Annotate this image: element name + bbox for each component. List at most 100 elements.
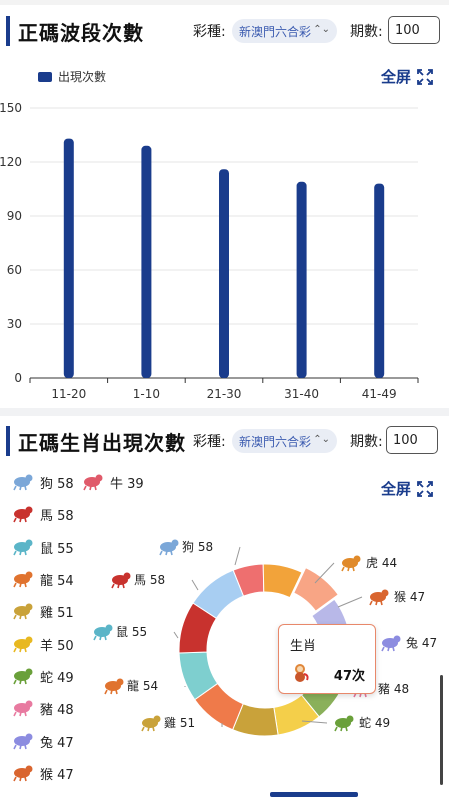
y-tick-label: 60 (7, 263, 22, 277)
donut-label: 狗 58 (159, 539, 241, 566)
legend-item-rat[interactable]: 鼠 55 (12, 537, 74, 557)
donut-label: 馬 58 (111, 572, 199, 591)
monkey-icon (13, 765, 33, 782)
legend-swatch (38, 71, 52, 82)
donut-label-text: 虎 44 (366, 556, 397, 570)
top-edge (0, 0, 449, 5)
y-tick-label: 150 (0, 101, 22, 115)
y-tick-label: 30 (7, 317, 22, 331)
donut-label-text: 龍 54 (127, 678, 158, 693)
legend-item-text: 狗 58 (40, 476, 74, 492)
select-chevron-icon: ⌃⌄ (313, 434, 330, 445)
period-input[interactable]: 100 (388, 16, 440, 44)
bar[interactable] (219, 169, 229, 378)
section-title: 正碼生肖出現次數 (18, 430, 186, 455)
lottery-type-label: 彩種: (193, 24, 226, 40)
legend-item-rabbit[interactable]: 兔 47 (12, 731, 74, 751)
section-header-bands: 正碼波段次數 彩種: 新澳門六合彩 ⌃⌄ 期數: 100 (0, 6, 449, 56)
x-tick-label: 31-40 (284, 387, 319, 401)
snake-icon (334, 715, 354, 732)
period-input[interactable]: 100 (386, 426, 438, 454)
dog-icon (159, 539, 179, 556)
donut-label-text: 蛇 49 (359, 715, 390, 730)
select-chevron-icon: ⌃⌄ (313, 24, 330, 35)
dragon-icon (104, 678, 124, 695)
ox-icon (83, 474, 103, 491)
legend-item-text: 猴 47 (40, 767, 74, 783)
chart-legend[interactable]: 出現次數 (38, 68, 106, 85)
dog-icon (13, 474, 33, 491)
x-tick-label: 1-10 (133, 387, 160, 401)
page-indicator (270, 792, 358, 797)
legend-item-horse[interactable]: 馬 58 (12, 504, 74, 524)
period-label: 期數: (350, 24, 383, 40)
legend-item-goat[interactable]: 羊 50 (12, 634, 74, 654)
legend-item-text: 鼠 55 (40, 541, 74, 557)
donut-label: 虎 44 (314, 555, 397, 584)
donut-label-text: 狗 58 (182, 540, 213, 554)
lottery-type-value: 新澳門六合彩 (239, 24, 312, 39)
legend-item-text: 兔 47 (40, 735, 74, 751)
title-accent-bar (6, 426, 10, 456)
rooster-icon (141, 715, 161, 732)
lottery-type-value: 新澳門六合彩 (239, 434, 312, 449)
legend-item-pig[interactable]: 豬 48 (12, 698, 74, 718)
tooltip-title: 生肖 (290, 639, 317, 654)
lottery-type-label: 彩種: (193, 434, 226, 450)
snake-icon (13, 668, 33, 685)
donut-label: 雞 51 (141, 715, 223, 732)
bar[interactable] (63, 138, 74, 378)
bar[interactable] (141, 145, 152, 378)
donut-label-text: 鼠 55 (116, 625, 147, 639)
donut-label-text: 兔 47 (406, 635, 437, 650)
fullscreen-button[interactable]: 全屏 (381, 66, 433, 87)
goat-icon (13, 636, 33, 653)
legend-item-text: 雞 51 (40, 605, 74, 621)
lottery-type-select[interactable]: 新澳門六合彩 ⌃⌄ (232, 19, 337, 43)
donut-label-text: 雞 51 (164, 716, 195, 730)
y-tick-label: 0 (14, 371, 22, 385)
legend-item-rooster[interactable]: 雞 51 (12, 601, 74, 621)
legend-item-text: 羊 50 (40, 638, 74, 654)
rabbit-icon (381, 635, 401, 652)
dragon-icon (13, 571, 33, 588)
monkey-icon (295, 664, 309, 682)
monkey-icon (369, 589, 389, 606)
legend-item-snake[interactable]: 蛇 49 (12, 666, 74, 686)
title-accent-bar (6, 16, 10, 46)
legend-item-dragon[interactable]: 龍 54 (12, 569, 74, 589)
donut-label-text: 馬 58 (134, 573, 165, 587)
horse-icon (111, 572, 131, 589)
period-label: 期數: (350, 434, 383, 450)
y-tick-label: 90 (7, 209, 22, 223)
rat-icon (13, 539, 33, 556)
legend-item-monkey[interactable]: 猴 47 (12, 763, 74, 783)
tiger-icon (341, 555, 361, 572)
x-tick-label: 11-20 (51, 387, 86, 401)
x-tick-label: 41-49 (362, 387, 397, 401)
rat-icon (93, 624, 113, 641)
legend-item-text: 豬 48 (40, 702, 74, 718)
scrollbar[interactable] (440, 675, 443, 785)
section-title: 正碼波段次數 (18, 20, 144, 45)
donut-label-text: 豬 48 (378, 682, 409, 696)
legend-item-text: 蛇 49 (40, 670, 74, 686)
section-divider (0, 408, 449, 416)
legend-item-text: 牛 39 (110, 476, 144, 492)
bar[interactable] (374, 183, 385, 378)
bands-bar-chart: 0 30 60 90 120 150 11-20 1-10 21-30 31-40 41-49 (0, 101, 419, 401)
tooltip-value: 47次 (333, 669, 365, 684)
legend-item-ox[interactable]: 牛 39 (82, 472, 144, 492)
bar[interactable] (296, 181, 307, 378)
fullscreen-label: 全屏 (381, 68, 412, 86)
horse-icon (13, 506, 33, 523)
rabbit-icon (13, 733, 33, 750)
legend-item-dog[interactable]: 狗 58 (12, 472, 74, 492)
section-header-zodiac: 正碼生肖出現次數 彩種: 新澳門六合彩 ⌃⌄ 期數: 100 (0, 416, 449, 466)
rooster-icon (13, 603, 33, 620)
legend-item-text: 馬 58 (40, 508, 74, 524)
lottery-type-select[interactable]: 新澳門六合彩 ⌃⌄ (232, 429, 337, 453)
y-tick-label: 120 (0, 155, 22, 169)
expand-icon (417, 68, 433, 85)
donut-label: 猴 47 (337, 589, 425, 608)
